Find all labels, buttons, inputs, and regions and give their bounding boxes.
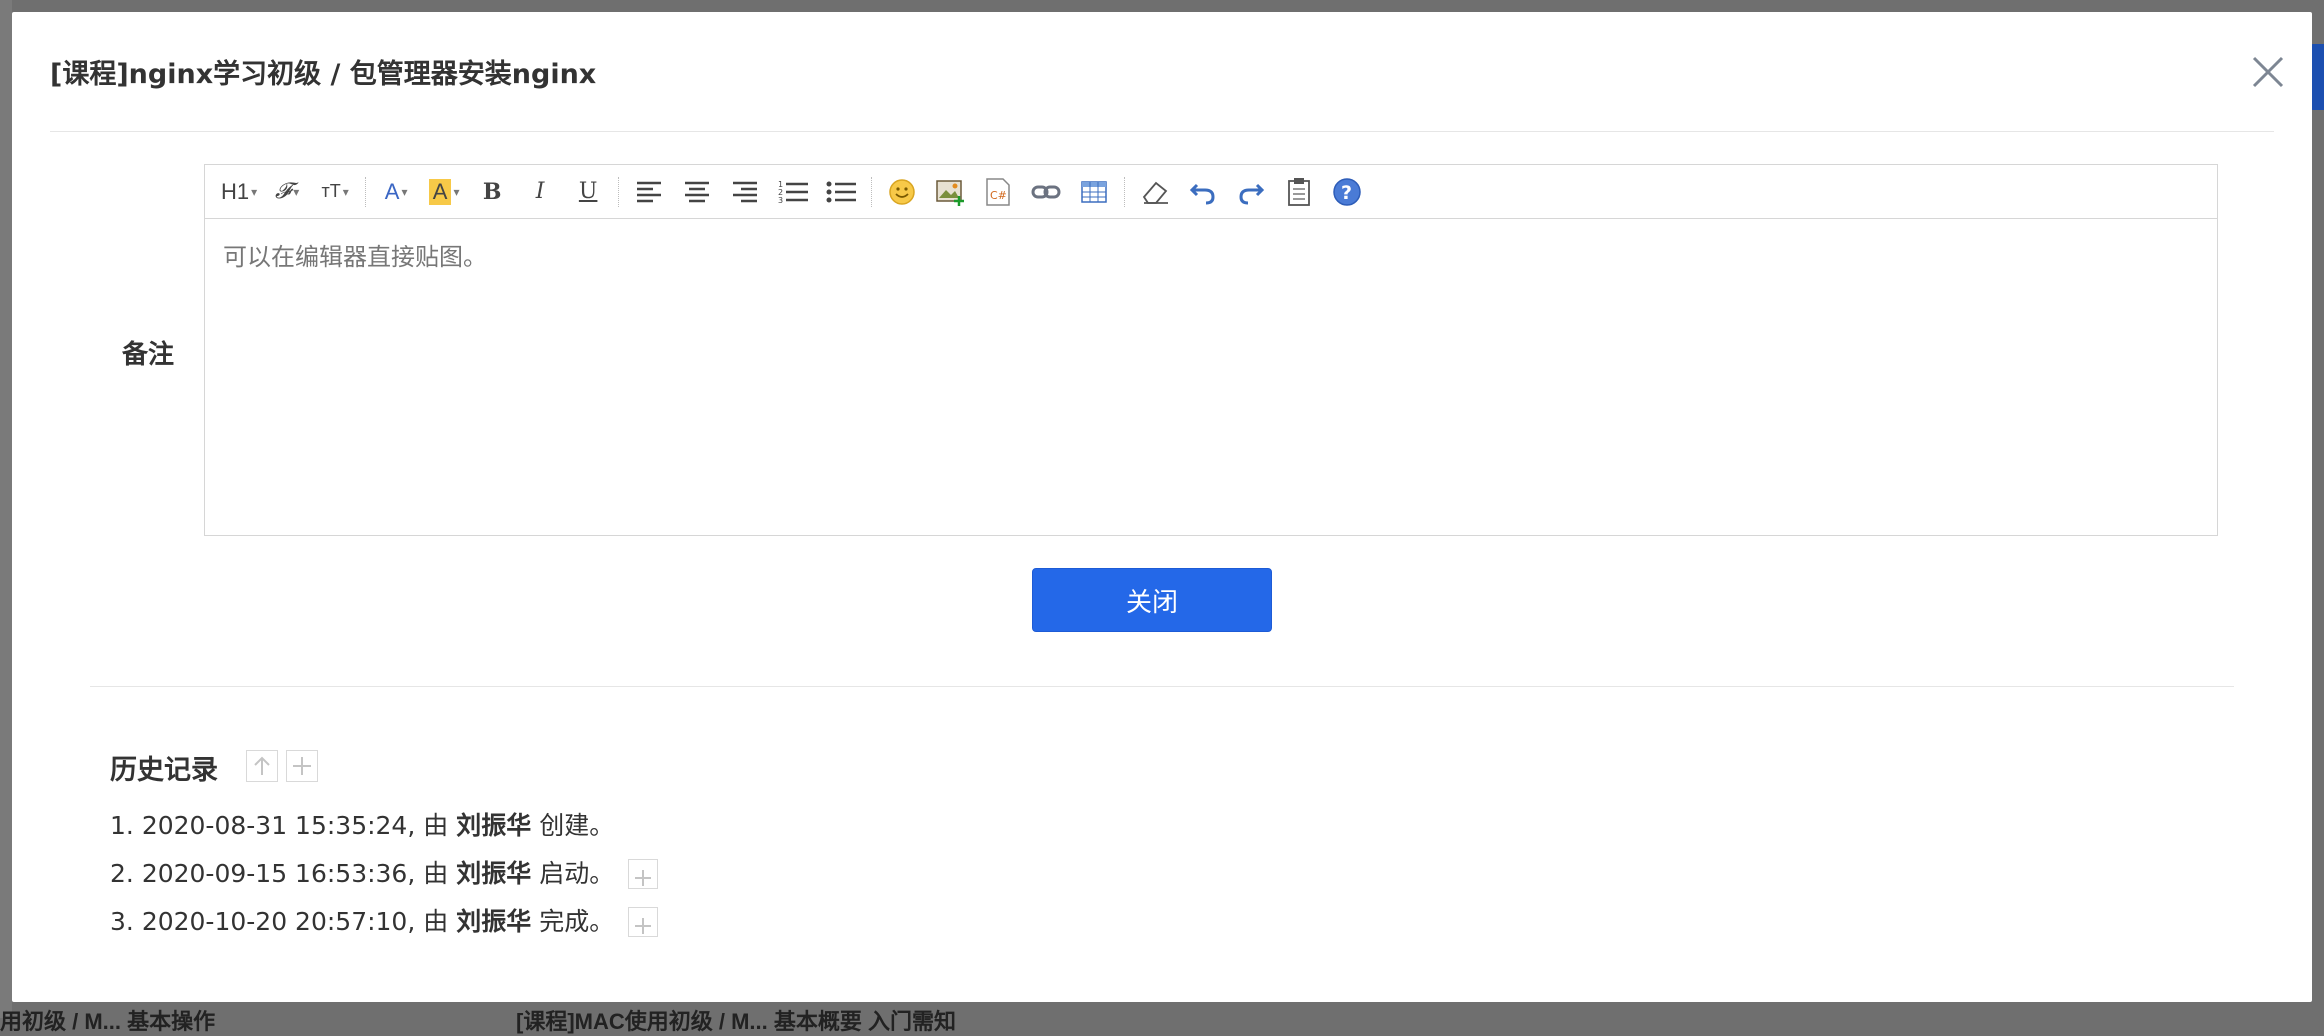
toolbar-separator (871, 176, 873, 207)
svg-text:C#: C# (990, 189, 1007, 202)
rich-text-editor: H1 ▾ 𝓕 ▾ тT ▾ A ▾ A ▾ B I U 123 C# ? 可以在… (204, 164, 2218, 536)
close-button[interactable]: 关闭 (1032, 568, 1272, 632)
dialog-title: [课程]nginx学习初级 / 包管理器安装nginx (50, 59, 597, 90)
background-tab (2310, 44, 2324, 110)
link-icon[interactable] (1028, 172, 1064, 212)
editor-placeholder: 可以在编辑器直接贴图。 (223, 243, 487, 271)
align-center-icon[interactable] (679, 172, 715, 212)
plus-icon (635, 918, 652, 934)
remark-label: 备注 (122, 340, 175, 370)
underline-button[interactable]: U (570, 172, 606, 212)
font-color-button[interactable]: A ▾ (378, 172, 414, 212)
undo-icon[interactable] (1185, 172, 1221, 212)
expand-history-button[interactable] (628, 907, 659, 937)
table-icon[interactable] (1076, 172, 1112, 212)
insert-image-icon[interactable] (932, 172, 968, 212)
help-icon[interactable]: ? (1329, 172, 1365, 212)
font-family-button[interactable]: 𝓕 ▾ (269, 172, 305, 212)
toolbar-separator (1124, 176, 1126, 207)
toolbar-separator (365, 176, 367, 207)
history-user: 刘振华 (456, 859, 532, 888)
expand-all-button[interactable] (286, 750, 318, 782)
task-dialog: [课程]nginx学习初级 / 包管理器安装nginx 备注 H1 ▾ 𝓕 ▾ тT… (12, 12, 2312, 1002)
editor-toolbar: H1 ▾ 𝓕 ▾ тT ▾ A ▾ A ▾ B I U 123 C# ? (205, 165, 2217, 219)
history-list: 1. 2020-08-31 15:35:24, 由刘振华 创建。 2. 2020-… (110, 802, 659, 946)
unordered-list-icon[interactable] (823, 172, 859, 212)
align-right-icon[interactable] (727, 172, 763, 212)
history-item: 1. 2020-08-31 15:35:24, 由刘振华 创建。 (110, 802, 658, 850)
editor-content[interactable]: 可以在编辑器直接贴图。 (205, 219, 2217, 290)
close-icon[interactable] (2248, 52, 2288, 92)
history-user: 刘振华 (456, 907, 532, 936)
heading-button[interactable]: H1 ▾ (221, 172, 257, 212)
toggle-order-button[interactable] (246, 750, 278, 782)
history-title: 历史记录 (110, 755, 218, 786)
plus-icon (293, 757, 311, 775)
dialog-header: [课程]nginx学习初级 / 包管理器安装nginx (50, 12, 2284, 132)
italic-button[interactable]: I (522, 172, 558, 212)
paste-text-icon[interactable] (1281, 172, 1317, 212)
arrow-up-icon (254, 756, 270, 775)
history-item: 3. 2020-10-20 20:57:10, 由刘振华 完成。 (110, 898, 659, 946)
toolbar-separator (618, 176, 620, 207)
plus-icon (635, 870, 652, 886)
align-left-icon[interactable] (631, 172, 667, 212)
background-card-title-middle: [课程]MAC使用初级 / M... 基本概要 入门需知 (516, 1009, 956, 1034)
expand-history-button[interactable] (628, 859, 659, 889)
svg-text:?: ? (1341, 182, 1352, 204)
history-item: 2. 2020-09-15 16:53:36, 由刘振华 启动。 (110, 850, 659, 898)
bold-button[interactable]: B (474, 172, 510, 212)
background-page-left (0, 0, 12, 1018)
code-block-icon[interactable]: C# (980, 172, 1016, 212)
redo-icon[interactable] (1233, 172, 1269, 212)
section-divider (90, 686, 2234, 687)
history-user: 刘振华 (456, 811, 532, 840)
emoji-icon[interactable] (884, 172, 920, 212)
ordered-list-icon[interactable]: 123 (775, 172, 811, 212)
font-size-button[interactable]: тT ▾ (317, 172, 353, 212)
eraser-icon[interactable] (1137, 172, 1173, 212)
background-color-button[interactable]: A ▾ (426, 172, 462, 212)
background-card-title-left: 用初级 / M... 基本操作 (0, 1009, 216, 1034)
svg-text:3: 3 (778, 196, 783, 205)
